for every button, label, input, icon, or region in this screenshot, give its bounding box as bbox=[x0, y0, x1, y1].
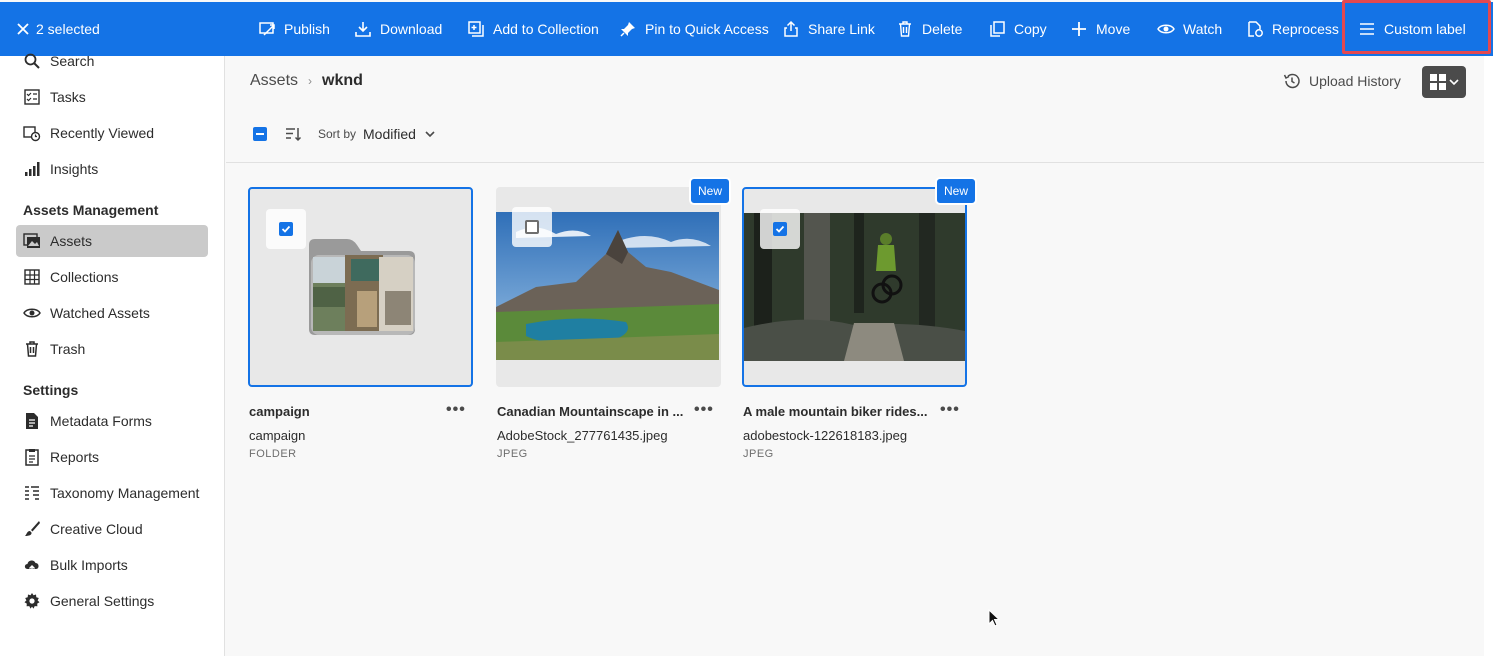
card-filename: campaign bbox=[249, 428, 306, 443]
folder-icon bbox=[309, 239, 415, 335]
image-thumbnail[interactable] bbox=[742, 187, 967, 387]
add-to-collection-button[interactable]: Add to Collection bbox=[467, 2, 599, 56]
sidebar-item-insights[interactable]: Insights bbox=[16, 153, 208, 185]
card-checkbox[interactable] bbox=[760, 209, 800, 249]
selected-count: 2 selected bbox=[36, 21, 100, 37]
sidebar-item-metadata-forms[interactable]: Metadata Forms bbox=[16, 405, 208, 437]
chevron-down-icon bbox=[1449, 79, 1459, 86]
eye-icon bbox=[23, 308, 41, 318]
gear-icon bbox=[24, 593, 40, 609]
asset-card-mountain-biker[interactable]: New A male mountain biker rides... ••• a… bbox=[742, 177, 977, 467]
action-bar: 2 selected Publish Download Add to Colle… bbox=[0, 0, 1493, 56]
sidebar-item-taxonomy-management[interactable]: Taxonomy Management bbox=[16, 477, 208, 509]
chevron-down-icon[interactable] bbox=[424, 128, 436, 140]
card-type: JPEG bbox=[743, 448, 774, 460]
asset-card-folder[interactable]: campaign ••• campaign FOLDER bbox=[248, 187, 473, 467]
sidebar-item-search[interactable]: Search bbox=[16, 45, 208, 77]
card-filename: adobestock-122618183.jpeg bbox=[743, 428, 908, 443]
pin-quick-access-button[interactable]: Pin to Quick Access bbox=[619, 2, 769, 56]
main-content: Assets › wknd Upload History Sort by Mod… bbox=[226, 56, 1484, 656]
breadcrumb-assets[interactable]: Assets bbox=[250, 72, 298, 90]
download-button[interactable]: Download bbox=[354, 2, 442, 56]
history-icon bbox=[1283, 73, 1300, 89]
more-actions-icon[interactable]: ••• bbox=[446, 401, 466, 419]
collections-icon bbox=[24, 269, 40, 285]
card-title[interactable]: campaign bbox=[249, 404, 439, 419]
sidebar-item-reports[interactable]: Reports bbox=[16, 441, 208, 473]
sidebar-item-recently-viewed[interactable]: Recently Viewed bbox=[16, 117, 208, 149]
sort-dropdown[interactable]: Modified bbox=[363, 126, 416, 142]
section-heading-settings: Settings bbox=[23, 382, 79, 398]
chevron-right-icon: › bbox=[308, 74, 313, 88]
breadcrumb: Assets › wknd bbox=[250, 72, 363, 90]
more-actions-icon[interactable]: ••• bbox=[940, 401, 960, 419]
download-icon bbox=[355, 22, 371, 37]
delete-icon bbox=[899, 21, 911, 37]
upload-history-button[interactable]: Upload History bbox=[1283, 72, 1401, 90]
custom-label-highlight bbox=[1342, 0, 1491, 54]
reprocess-icon bbox=[1248, 21, 1263, 37]
sort-by-label: Sort by bbox=[318, 127, 357, 141]
card-filename: AdobeStock_277761435.jpeg bbox=[497, 428, 668, 443]
publish-icon bbox=[259, 22, 275, 36]
card-type: JPEG bbox=[497, 448, 528, 460]
copy-icon bbox=[990, 21, 1005, 37]
tasks-icon bbox=[24, 89, 40, 105]
view-toggle-button[interactable] bbox=[1422, 66, 1466, 98]
more-actions-icon[interactable]: ••• bbox=[694, 401, 714, 419]
reprocess-button[interactable]: Reprocess bbox=[1246, 2, 1339, 56]
new-badge: New bbox=[934, 177, 977, 205]
divider bbox=[226, 162, 1484, 163]
image-thumbnail[interactable] bbox=[496, 187, 721, 387]
card-title[interactable]: Canadian Mountainscape in ... bbox=[497, 404, 687, 419]
share-link-button[interactable]: Share Link bbox=[782, 2, 875, 56]
move-button[interactable]: Move bbox=[1070, 2, 1130, 56]
sidebar-item-collections[interactable]: Collections bbox=[16, 261, 208, 293]
mouse-cursor-icon bbox=[988, 609, 1000, 627]
publish-button[interactable]: Publish bbox=[258, 2, 330, 56]
sidebar-item-tasks[interactable]: Tasks bbox=[16, 81, 208, 113]
select-all-checkbox[interactable] bbox=[253, 127, 267, 141]
cloud-upload-icon bbox=[24, 560, 39, 573]
sort-order-icon[interactable] bbox=[284, 125, 302, 143]
sidebar: Search Tasks Recently Viewed Insights As… bbox=[0, 53, 225, 656]
recent-icon bbox=[23, 126, 41, 142]
scrollbar-track[interactable] bbox=[1484, 56, 1493, 656]
move-icon bbox=[1072, 22, 1086, 36]
card-checkbox[interactable] bbox=[266, 209, 306, 249]
asset-card-mountainscape[interactable]: New Canadian Mountainscape in ... ••• Ad… bbox=[496, 177, 731, 467]
trash-icon bbox=[26, 341, 38, 357]
delete-button[interactable]: Delete bbox=[896, 2, 962, 56]
new-badge: New bbox=[688, 177, 731, 205]
sidebar-item-assets[interactable]: Assets bbox=[16, 225, 208, 257]
section-heading-assets-management: Assets Management bbox=[23, 202, 159, 218]
assets-icon bbox=[23, 233, 40, 248]
insights-icon bbox=[25, 162, 40, 176]
brush-icon bbox=[25, 521, 40, 536]
sidebar-item-general-settings[interactable]: General Settings bbox=[16, 585, 208, 617]
watch-button[interactable]: Watch bbox=[1157, 2, 1222, 56]
list-toolbar: Sort by Modified bbox=[253, 124, 436, 144]
sidebar-item-watched-assets[interactable]: Watched Assets bbox=[16, 297, 208, 329]
metadata-forms-icon bbox=[26, 413, 38, 429]
share-icon bbox=[784, 20, 798, 37]
folder-thumbnail[interactable] bbox=[248, 187, 473, 387]
search-icon bbox=[24, 53, 40, 69]
sidebar-item-bulk-imports[interactable]: Bulk Imports bbox=[16, 549, 208, 581]
eye-icon bbox=[1157, 24, 1175, 34]
close-icon bbox=[17, 23, 29, 35]
sidebar-item-creative-cloud[interactable]: Creative Cloud bbox=[16, 513, 208, 545]
taxonomy-icon bbox=[25, 486, 39, 500]
sidebar-item-trash[interactable]: Trash bbox=[16, 333, 208, 365]
card-checkbox[interactable] bbox=[512, 207, 552, 247]
add-to-collection-icon bbox=[468, 21, 484, 37]
card-type: FOLDER bbox=[249, 448, 297, 460]
copy-button[interactable]: Copy bbox=[988, 2, 1047, 56]
card-title[interactable]: A male mountain biker rides... bbox=[743, 404, 933, 419]
grid-view-icon bbox=[1430, 74, 1446, 90]
breadcrumb-current-folder: wknd bbox=[322, 72, 363, 89]
reports-icon bbox=[25, 449, 39, 466]
pin-icon bbox=[620, 22, 635, 37]
